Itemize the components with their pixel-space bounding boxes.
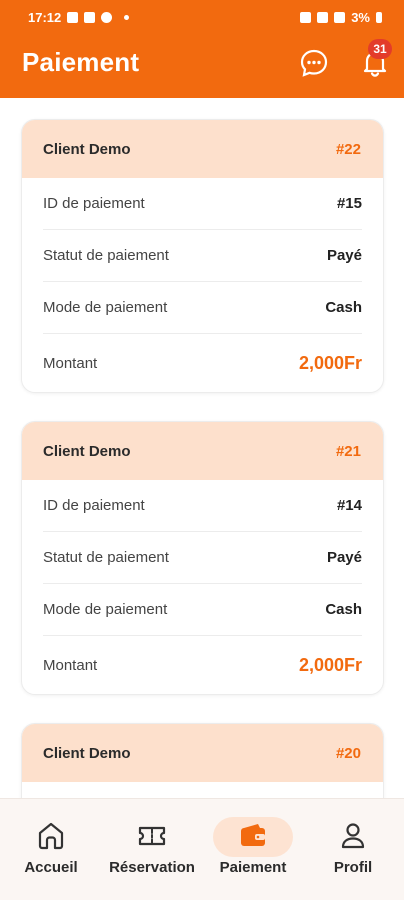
row-value: Payé xyxy=(326,247,362,264)
wifi-icon xyxy=(317,11,329,23)
amount-value: 2,000Fr xyxy=(298,654,362,675)
payment-amount-row: Montant 2,000Fr xyxy=(43,334,362,392)
payment-card-header: Client Demo #22 xyxy=(22,120,383,178)
notification-badge: 31 xyxy=(368,39,392,59)
row-value: Payé xyxy=(326,549,362,566)
payment-card[interactable]: Client Demo #22 ID de paiement #15 Statu… xyxy=(21,119,384,393)
client-name: Client Demo xyxy=(43,442,131,460)
signal-icon xyxy=(334,11,346,23)
payment-amount-row: Montant 2,000Fr xyxy=(43,636,362,694)
payment-status-row: Statut de paiement Payé xyxy=(43,230,362,282)
row-value: Cash xyxy=(325,601,362,618)
dot-icon xyxy=(124,14,130,20)
whatsapp-icon xyxy=(101,11,113,23)
app-header: 17:12 3% Paiement 31 xyxy=(0,0,404,98)
client-name: Client Demo xyxy=(43,744,131,762)
battery-percent: 3% xyxy=(351,9,370,25)
payment-card[interactable]: Client Demo #21 ID de paiement #14 Statu… xyxy=(21,421,384,695)
status-bar: 17:12 3% xyxy=(0,0,404,34)
client-name: Client Demo xyxy=(43,140,131,158)
home-icon xyxy=(38,822,64,850)
nav-item-profil[interactable]: Profil xyxy=(303,811,403,876)
nav-label: Profil xyxy=(333,859,373,876)
payment-id-row: ID de paiement #15 xyxy=(43,178,362,230)
payment-id-row: ID de paiement #14 xyxy=(43,480,362,532)
nav-item-reservation[interactable]: Réservation xyxy=(102,811,202,876)
payment-mode-row: Mode de paiement Cash xyxy=(43,584,362,636)
row-label: Mode de paiement xyxy=(43,601,168,618)
payment-list[interactable]: Client Demo #22 ID de paiement #15 Statu… xyxy=(0,98,404,798)
payment-number: #20 xyxy=(335,744,361,762)
clipboard-icon xyxy=(84,11,96,23)
row-label: Montant xyxy=(43,354,98,372)
payment-card[interactable]: Client Demo #20 xyxy=(21,723,384,798)
nav-item-paiement[interactable]: Paiement xyxy=(203,811,303,876)
amount-value: 2,000Fr xyxy=(298,352,362,373)
nav-label: Paiement xyxy=(219,859,287,876)
payment-number: #22 xyxy=(335,140,361,158)
image-icon xyxy=(67,11,79,23)
nav-label: Réservation xyxy=(109,859,195,876)
wallet-icon xyxy=(241,824,265,846)
payment-number: #21 xyxy=(335,442,361,460)
ticket-icon xyxy=(138,826,166,846)
payment-mode-row: Mode de paiement Cash xyxy=(43,282,362,334)
nav-label: Accueil xyxy=(24,859,78,876)
row-label: ID de paiement xyxy=(43,195,145,212)
payment-card-header: Client Demo #20 xyxy=(22,724,383,782)
row-label: Statut de paiement xyxy=(43,549,169,566)
row-label: Statut de paiement xyxy=(43,247,169,264)
payment-status-row: Statut de paiement Payé xyxy=(43,532,362,584)
row-label: Mode de paiement xyxy=(43,299,168,316)
row-label: Montant xyxy=(43,656,98,674)
row-value: Cash xyxy=(325,299,362,316)
row-value: #14 xyxy=(336,497,362,514)
battery-icon xyxy=(376,11,382,23)
bottom-navigation: Accueil Réservation Paiement Profil xyxy=(0,798,404,900)
chat-icon[interactable] xyxy=(299,48,329,78)
user-icon xyxy=(341,823,365,849)
row-value: #15 xyxy=(336,195,362,212)
payment-card-header: Client Demo #21 xyxy=(22,422,383,480)
nav-item-accueil[interactable]: Accueil xyxy=(1,811,101,876)
page-title: Paiement xyxy=(22,47,140,77)
status-time: 17:12 xyxy=(28,9,62,25)
row-label: ID de paiement xyxy=(43,497,145,514)
mute-icon xyxy=(300,11,312,23)
